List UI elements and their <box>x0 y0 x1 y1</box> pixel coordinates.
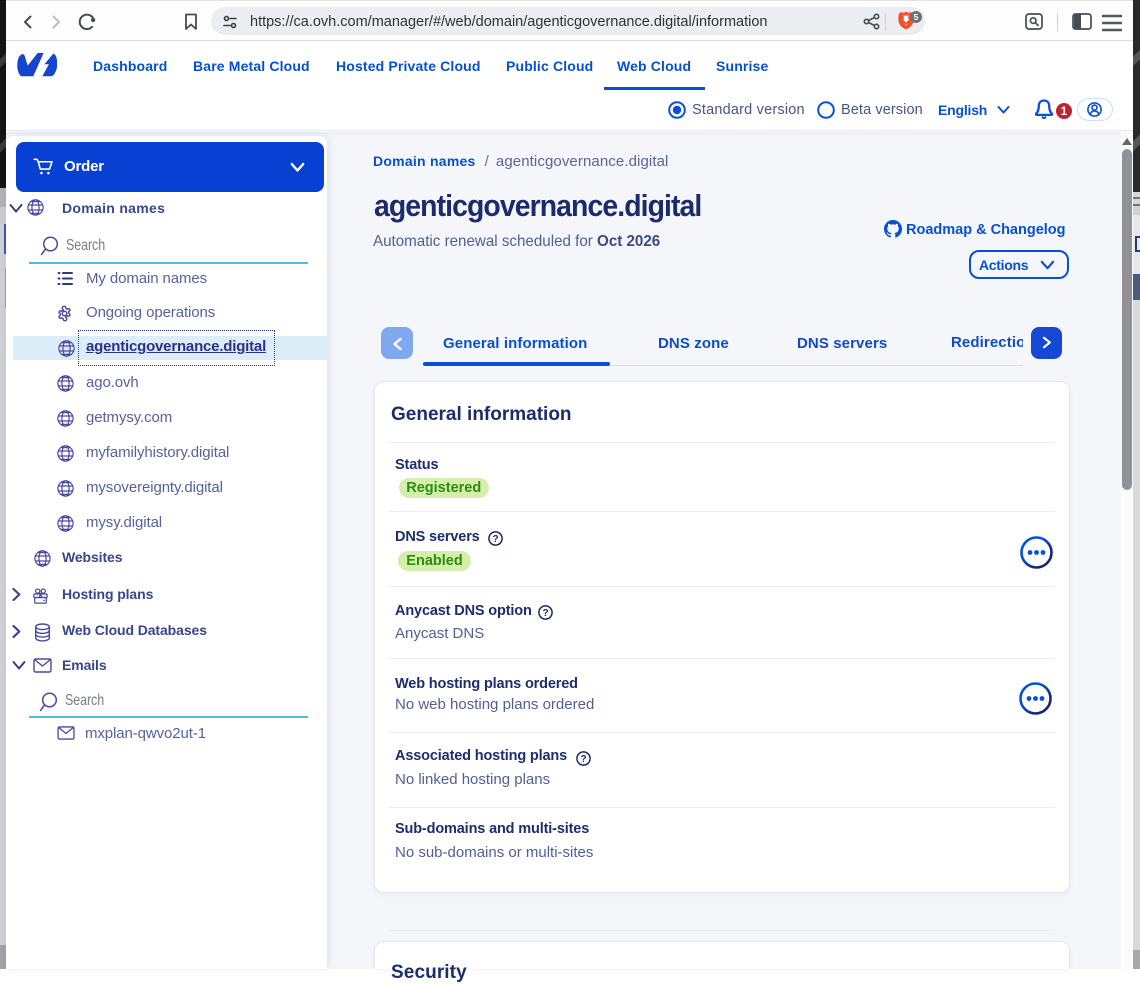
svg-text:?: ? <box>580 754 586 765</box>
svg-text:?: ? <box>542 608 548 619</box>
svg-text:?: ? <box>492 534 498 545</box>
